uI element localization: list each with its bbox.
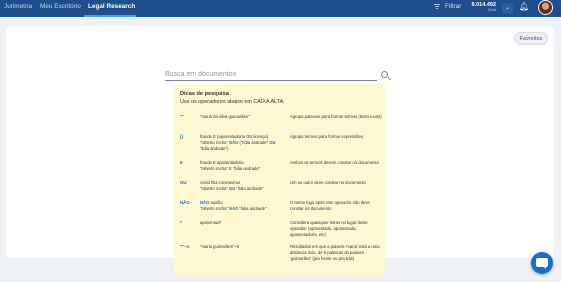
tip-description: Considera quaisquer letras no lugar dest… [290,220,368,237]
chat-icon[interactable] [531,252,553,274]
tip-example: fraude E aposentadoria "roberto rocha" E … [200,160,286,172]
tip-example: "maria guimarães"~5 [200,244,286,250]
tip-operator-highlight: OU [210,180,218,185]
tip-operator: OU [180,180,187,185]
tip-operator: "" [180,114,185,119]
tip-description: O termo logo após este operador não deve… [290,200,370,211]
nav-item-meu-escritorio[interactable]: Meu Escritório [40,3,81,10]
active-tab-indicator [84,15,136,17]
tip-example: fraude E (aposentadoria OU licença) "robe… [200,134,286,152]
tip-description: Resultados em que a palavra 'maria' está… [290,244,380,261]
favorites-button[interactable]: Favoritos [514,32,548,45]
tips-title: Dicas de pesquisa [180,91,229,97]
tip-example: covid OU coronavírus "roberto rocha" OU "… [200,180,286,192]
credits-label: Crwd [487,8,496,12]
tip-description: Ambos os termos devem constar no documen… [290,160,379,165]
filter-label: Filtrar [445,3,462,10]
search-icon[interactable] [381,71,388,78]
filter-icon [434,4,440,9]
avatar[interactable] [538,0,553,15]
bell-icon[interactable]: 🔔︎ [519,2,529,11]
tip-operator: () [180,134,183,139]
nav-item-jurimetria[interactable]: Jurimetria [4,3,32,10]
tip-operator-highlight: OU [229,186,236,191]
tip-description: Agrupa palavras para formar termos (text… [290,114,382,119]
tip-example-line: aposentad* [200,220,222,225]
tips-subtitle: Use os operadores abaixo em CAIXA ALTA: [180,99,285,105]
filter-button[interactable]: Filtrar [434,3,461,10]
tip-example: aposentad* [200,220,286,226]
tip-example-line: "maria da silva guimarães" [200,114,250,119]
tip-operator-highlight: OU [269,140,276,145]
tip-operator: E [180,160,183,165]
tip-example: "maria da silva guimarães" [200,114,286,120]
search-input[interactable] [165,68,377,81]
nav-item-legal-research[interactable]: Legal Research [88,3,135,10]
tip-operator-highlight: OU [246,134,253,139]
top-navigation-bar: Jurimetria Meu Escritório Legal Research… [0,0,561,17]
tip-operator-highlight: NÃO [229,140,239,145]
tip-example-line: "maria guimarães"~5 [200,244,239,249]
tip-operator: * [180,220,182,225]
tip-example: NÃO auxílio "roberto rocha" NÃO "lidia an… [200,200,286,212]
tip-operator-highlight: NÃO [229,206,239,211]
tip-example-line: "roberto rocha" NÃO "lidia andrade" [200,206,267,211]
search-tips-panel: Dicas de pesquisa Use os operadores abai… [174,84,385,275]
tip-operator: NÃO [180,200,190,205]
credits-display: 8.014.492 Crwd [470,2,496,13]
tip-description: Um ou outro deve constar no documento [290,180,366,185]
tip-example-line: "roberto rocha" OU "lídia andrade" [200,186,264,191]
tip-operator-highlight: NÃO [200,200,210,205]
tip-example-line: "lidia andrade") [200,146,229,151]
tip-example-line: "roberto rocha" E "lídia andrade" [200,166,261,171]
chevron-down-icon[interactable]: ⌄ [502,3,513,14]
tip-operator: ""~n [180,244,190,249]
tip-description: Agrupa termos para formar expressões [290,134,363,139]
